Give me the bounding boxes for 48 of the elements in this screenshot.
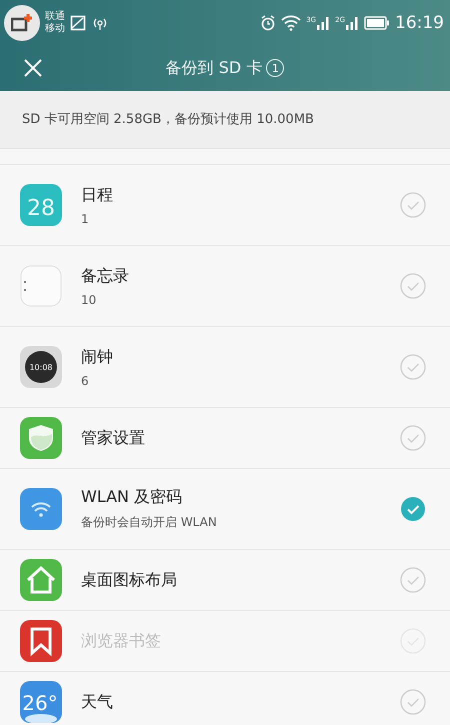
weather-app-icon: 26° [20, 681, 62, 723]
house-app-icon [20, 559, 62, 601]
floating-app-icon[interactable] [4, 4, 40, 40]
battery-icon [364, 16, 390, 30]
check-circle[interactable] [400, 425, 426, 451]
item-name: 桌面图标布局 [81, 570, 177, 590]
item-name: 浏览器书签 [81, 630, 161, 652]
check-circle[interactable] [400, 689, 426, 715]
wifi-app-icon [20, 488, 62, 530]
wifi-icon [281, 14, 302, 30]
backup-item[interactable]: 桌面图标布局 [0, 550, 450, 611]
backup-item[interactable]: 26° 天气 [0, 672, 450, 725]
count-badge: 1 [266, 59, 284, 77]
clock-time: 16:19 [395, 12, 444, 32]
image-icon [70, 14, 86, 30]
signal-icon [345, 16, 359, 30]
check-circle[interactable] [400, 496, 426, 522]
backup-item[interactable]: WLAN 及密码 备份时会自动开启 WLAN [0, 469, 450, 550]
check-circle[interactable] [400, 273, 426, 299]
carrier-name: 移动 [45, 22, 65, 34]
item-detail: 备份时会自动开启 WLAN [81, 514, 217, 531]
item-detail: 6 [81, 374, 89, 388]
item-detail: 1 [81, 212, 89, 226]
item-name: 天气 [81, 692, 113, 712]
check-circle[interactable] [400, 192, 426, 218]
carrier-name: 联通 [45, 10, 65, 22]
item-name: WLAN 及密码 [81, 487, 182, 508]
bookmark-app-icon [20, 620, 62, 662]
backup-item[interactable]: 10:08 闹钟 6 [0, 327, 450, 408]
alarm-icon [260, 14, 276, 30]
signal-icon [316, 16, 330, 30]
backup-item[interactable]: 管家设置 [0, 408, 450, 469]
calendar-app-icon: 28 [20, 184, 62, 226]
backup-item[interactable]: 28 日程 1 [0, 165, 450, 246]
storage-info: SD 卡可用空间 2.58GB，备份预计使用 10.00MB [0, 91, 450, 149]
page-title: 备份到 SD 卡 [166, 58, 262, 78]
shield-app-icon [20, 417, 62, 459]
backup-item[interactable]: 备忘录 10 [0, 246, 450, 327]
close-icon [24, 59, 42, 77]
item-name: 日程 [81, 184, 113, 206]
item-name: 闹钟 [81, 346, 113, 368]
item-name: 备忘录 [81, 266, 129, 286]
item-name: 管家设置 [81, 428, 145, 448]
item-detail: 10 [81, 292, 96, 306]
clock-app-icon: 10:08 [20, 346, 62, 388]
check-circle[interactable] [400, 567, 426, 593]
notepad-app-icon [20, 265, 62, 307]
check-circle[interactable] [400, 354, 426, 380]
